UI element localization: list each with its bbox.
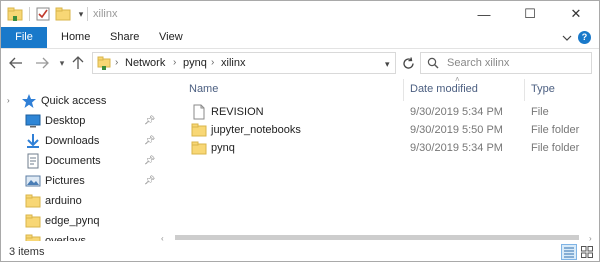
window-title: xilinx xyxy=(93,8,118,20)
file-explorer-window: ▾ xilinx — ☐ ✕ File Home Share View ? ▾ xyxy=(0,0,600,262)
expand-chevron-icon[interactable]: › xyxy=(7,96,10,105)
minimize-button[interactable]: — xyxy=(461,1,507,27)
file-type: File folder xyxy=(531,142,580,154)
title-bar: ▾ xilinx — ☐ ✕ xyxy=(1,1,599,27)
help-icon[interactable]: ? xyxy=(578,31,591,44)
sidebar-item-label: Pictures xyxy=(45,175,85,187)
scroll-right-chevron-icon[interactable]: › xyxy=(589,234,592,243)
scroll-left-chevron-icon[interactable]: ‹ xyxy=(161,234,164,243)
folder-icon xyxy=(191,140,207,156)
item-count: 3 items xyxy=(9,246,45,258)
address-history-chevron-icon[interactable]: ▾ xyxy=(385,59,390,70)
file-name: pynq xyxy=(211,142,235,154)
file-date: 9/30/2019 5:34 PM xyxy=(410,106,503,118)
large-icons-view-icon[interactable] xyxy=(579,244,595,260)
address-bar[interactable]: › Network › pynq › xilinx ▾ xyxy=(92,52,396,74)
scrollbar-thumb[interactable] xyxy=(175,235,579,240)
pin-icon: 📌︎ xyxy=(144,115,156,125)
tab-share[interactable]: Share xyxy=(110,27,139,48)
quick-access-item[interactable]: › Quick access xyxy=(1,91,161,111)
properties-icon[interactable] xyxy=(35,6,51,22)
pin-icon: 📌︎ xyxy=(144,135,156,145)
search-box[interactable]: Search xilinx xyxy=(420,52,592,74)
column-header-type[interactable]: Type xyxy=(531,83,555,105)
breadcrumb-chevron-icon: › xyxy=(173,57,177,68)
ribbon-tabs: File Home Share View ? xyxy=(1,27,599,49)
search-icon xyxy=(427,57,439,69)
folder-icon xyxy=(25,193,41,209)
new-folder-icon[interactable] xyxy=(55,6,71,22)
sidebar-item-downloads[interactable]: Downloads 📌︎ xyxy=(1,131,161,151)
documents-icon xyxy=(25,153,41,169)
search-placeholder: Search xilinx xyxy=(447,57,510,69)
column-divider[interactable] xyxy=(524,79,525,101)
sidebar-item-overlays[interactable]: overlays xyxy=(1,231,161,241)
folder-icon xyxy=(25,233,41,241)
horizontal-scrollbar[interactable]: ‹ › xyxy=(161,233,599,243)
column-header-date-modified[interactable]: Date modified xyxy=(410,83,478,105)
sidebar-item-label: overlays xyxy=(45,235,86,241)
sidebar-item-documents[interactable]: Documents 📌︎ xyxy=(1,151,161,171)
file-type: File folder xyxy=(531,124,580,136)
file-date: 9/30/2019 5:34 PM xyxy=(410,142,503,154)
file-icon xyxy=(191,104,207,120)
divider xyxy=(87,7,88,21)
tab-home[interactable]: Home xyxy=(61,27,90,48)
file-name: jupyter_notebooks xyxy=(211,124,301,136)
quick-access-label: Quick access xyxy=(41,95,107,107)
breadcrumb-network[interactable]: Network xyxy=(125,57,165,69)
file-type: File xyxy=(531,106,549,118)
maximize-button[interactable]: ☐ xyxy=(507,1,553,27)
quick-access-toolbar-icon[interactable] xyxy=(7,6,23,22)
close-button[interactable]: ✕ xyxy=(553,1,599,27)
breadcrumb-pynq[interactable]: pynq xyxy=(183,57,207,69)
status-bar: 3 items xyxy=(1,243,599,261)
network-folder-icon xyxy=(97,56,113,70)
file-name: REVISION xyxy=(211,106,264,118)
sidebar-item-label: Documents xyxy=(45,155,101,167)
sidebar-item-label: edge_pynq xyxy=(45,215,100,227)
pictures-icon xyxy=(25,173,41,189)
details-view-icon[interactable] xyxy=(561,244,577,260)
sidebar-item-label: Downloads xyxy=(45,135,100,147)
tab-view[interactable]: View xyxy=(159,27,183,48)
breadcrumb-chevron-icon: › xyxy=(115,57,119,68)
sidebar-item-pictures[interactable]: Pictures 📌︎ xyxy=(1,171,161,191)
desktop-icon xyxy=(25,113,41,129)
divider xyxy=(29,7,30,21)
table-row[interactable]: jupyter_notebooks 9/30/2019 5:50 PM File… xyxy=(183,121,593,139)
folder-icon xyxy=(191,122,207,138)
column-divider[interactable] xyxy=(403,79,404,101)
expand-ribbon-chevron-icon[interactable] xyxy=(561,32,573,44)
sidebar-item-label: arduino xyxy=(45,195,82,207)
refresh-icon[interactable] xyxy=(399,54,417,72)
breadcrumb-xilinx[interactable]: xilinx xyxy=(221,57,245,69)
pin-icon: 📌︎ xyxy=(144,175,156,185)
pin-icon: 📌︎ xyxy=(144,155,156,165)
folder-icon xyxy=(25,213,41,229)
column-header-name[interactable]: Name xyxy=(189,83,218,105)
breadcrumb-chevron-icon: › xyxy=(211,57,215,68)
file-list: ˄ Name Date modified Type REVISION 9/30/… xyxy=(173,75,597,239)
table-row[interactable]: pynq 9/30/2019 5:34 PM File folder xyxy=(183,139,593,157)
forward-arrow-icon[interactable] xyxy=(33,54,51,72)
sidebar-item-desktop[interactable]: Desktop 📌︎ xyxy=(1,111,161,131)
downloads-icon xyxy=(25,133,41,149)
up-arrow-icon[interactable] xyxy=(69,54,87,72)
sidebar-item-label: Desktop xyxy=(45,115,86,127)
file-date: 9/30/2019 5:50 PM xyxy=(410,124,503,136)
back-arrow-icon[interactable] xyxy=(7,54,25,72)
sidebar-item-arduino[interactable]: arduino xyxy=(1,191,161,211)
address-row: ▾ › Network › pynq › xilinx ▾ Search xil… xyxy=(1,50,599,76)
table-row[interactable]: REVISION 9/30/2019 5:34 PM File xyxy=(183,103,593,121)
sidebar-item-edge-pynq[interactable]: edge_pynq xyxy=(1,211,161,231)
tab-file[interactable]: File xyxy=(1,27,47,48)
navigation-pane: › Quick access Desktop 📌︎ Downloads 📌︎ D… xyxy=(1,79,163,241)
star-icon xyxy=(21,93,37,109)
